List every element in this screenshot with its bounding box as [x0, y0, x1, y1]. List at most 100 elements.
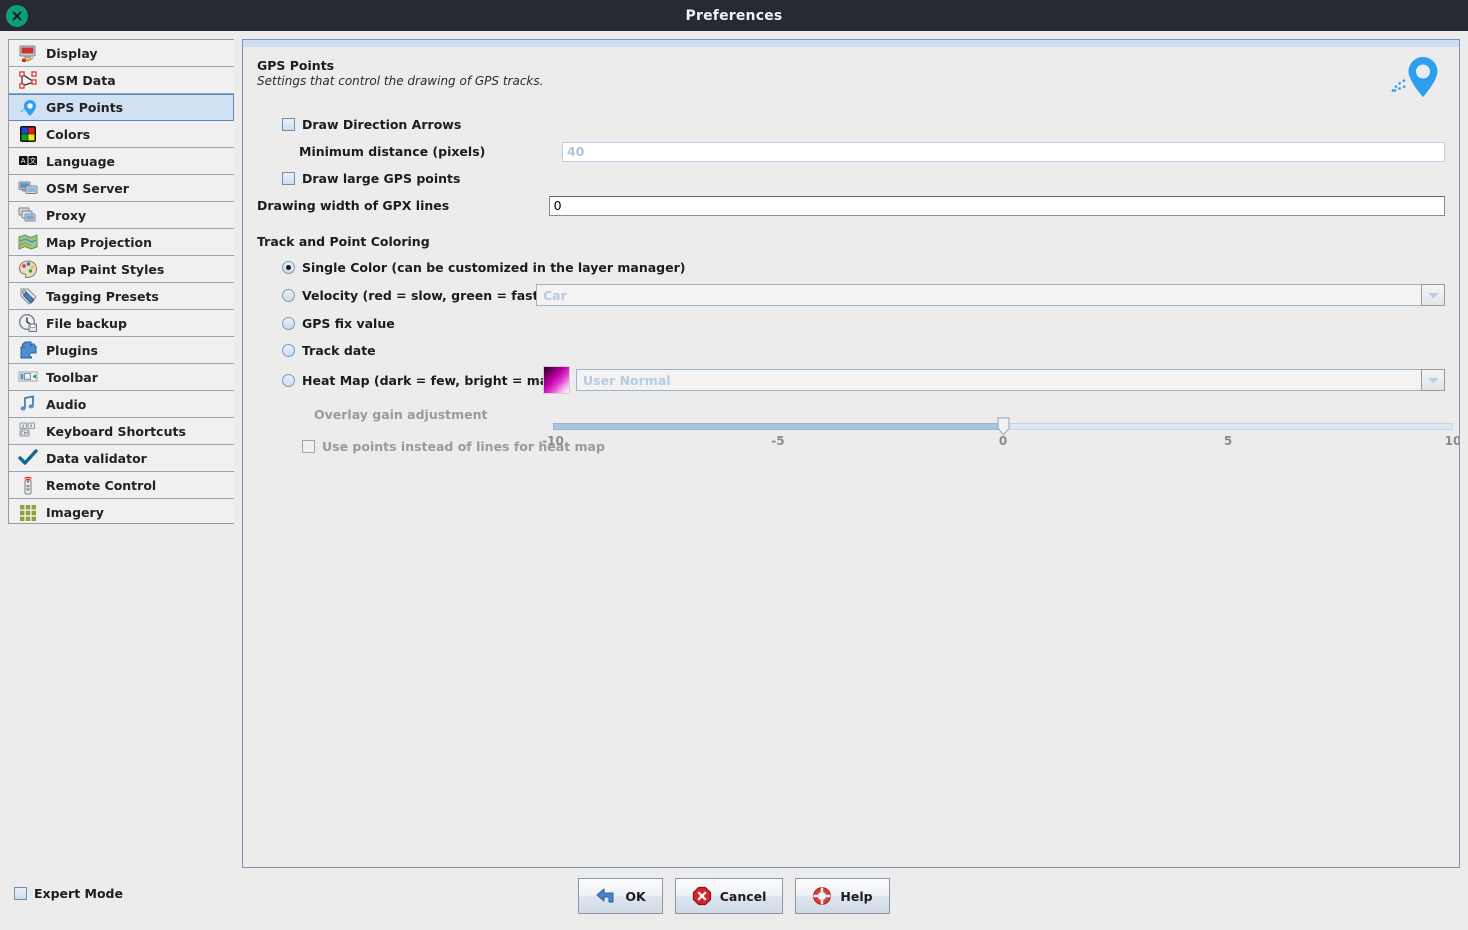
sidebar-item-language[interactable]: A 文 Language	[9, 148, 234, 175]
sidebar-item-file-backup[interactable]: File backup	[9, 310, 234, 337]
sidebar-item-imagery[interactable]: Imagery	[9, 499, 234, 523]
sidebar-item-remote-control[interactable]: Remote Control	[9, 472, 234, 499]
single-color-label: Single Color (can be customized in the l…	[302, 259, 686, 275]
help-button[interactable]: Help	[795, 878, 890, 914]
drawing-width-label: Drawing width of GPX lines	[257, 198, 450, 213]
sidebar-item-map-projection[interactable]: Map Projection	[9, 229, 234, 256]
slider-track-fill	[553, 423, 1003, 430]
overlay-gain-label: Overlay gain adjustment	[314, 406, 488, 422]
display-icon	[17, 42, 39, 64]
svg-text:文: 文	[29, 156, 36, 165]
ok-arrow-icon	[595, 886, 617, 906]
colors-icon	[17, 123, 39, 145]
sidebar-item-proxy[interactable]: Proxy	[9, 202, 234, 229]
heat-map-label: Heat Map (dark = few, bright = many)	[302, 372, 572, 388]
draw-large-gps-points-checkbox[interactable]	[282, 172, 295, 185]
chevron-down-icon[interactable]	[1421, 284, 1445, 306]
preferences-window: Preferences Display OSM Data GPS Points Col…	[0, 0, 1468, 930]
close-icon[interactable]	[6, 4, 28, 27]
help-lifebuoy-icon	[812, 886, 832, 906]
single-color-radio[interactable]	[282, 260, 295, 274]
heatmap-gradient-swatch[interactable]	[543, 366, 570, 394]
osm-server-icon	[17, 177, 39, 199]
gps-fix-value-label: GPS fix value	[302, 316, 395, 331]
map-pin-icon	[1389, 52, 1445, 104]
sidebar-item-osm-data[interactable]: OSM Data	[9, 67, 234, 94]
imagery-icon	[17, 501, 39, 523]
sidebar-item-tagging-presets[interactable]: Tagging Presets	[9, 283, 234, 310]
cancel-button-label: Cancel	[719, 888, 767, 904]
sidebar-item-display[interactable]: Display	[9, 40, 234, 67]
row-drawing-width: Drawing width of GPX lines 0	[257, 193, 1445, 218]
sidebar-item-label: Plugins	[46, 342, 98, 358]
slider-tick: 10	[1444, 434, 1460, 448]
cancel-button[interactable]: Cancel	[674, 878, 784, 914]
page-title: GPS Points	[257, 58, 335, 73]
sidebar-item-map-paint-styles[interactable]: Map Paint Styles	[9, 256, 234, 283]
track-coloring-group-label: Track and Point Coloring	[257, 234, 430, 249]
sidebar-item-data-validator[interactable]: Data validator	[9, 445, 234, 472]
preferences-main-panel: GPS Points Settings that control the dra…	[242, 39, 1460, 868]
sidebar-item-audio[interactable]: Audio	[9, 391, 234, 418]
sidebar-item-gps-points[interactable]: GPS Points	[9, 94, 234, 121]
track-date-radio[interactable]	[282, 344, 295, 357]
file-backup-icon	[17, 312, 39, 334]
window-title: Preferences	[685, 7, 783, 24]
velocity-label: Velocity (red = slow, green = fast)	[302, 287, 545, 303]
row-heat-map: Heat Map (dark = few, bright = many) Use…	[257, 365, 1445, 395]
data-validator-icon	[17, 447, 39, 469]
ok-button[interactable]: OK	[578, 878, 663, 914]
dialog-footer: Expert Mode OK Cancel Help	[0, 868, 1468, 930]
ok-button-label: OK	[625, 888, 646, 904]
page-subtitle: Settings that control the drawing of GPS…	[257, 74, 544, 88]
sidebar-item-keyboard-shortcuts[interactable]: Ctrl y x Keyboard Shortcuts	[9, 418, 234, 445]
heat-map-radio[interactable]	[282, 373, 295, 387]
slider-tick: -10	[542, 434, 564, 448]
sidebar-item-label: Keyboard Shortcuts	[46, 423, 186, 439]
draw-large-gps-points-label: Draw large GPS points	[302, 171, 461, 186]
sidebar-item-label: Remote Control	[46, 477, 157, 493]
sidebar-item-label: Language	[46, 153, 116, 169]
chevron-down-icon[interactable]	[1421, 369, 1445, 391]
sidebar-item-osm-server[interactable]: OSM Server	[9, 175, 234, 202]
map-projection-icon	[17, 231, 39, 253]
draw-direction-arrows-checkbox[interactable]	[282, 118, 295, 131]
row-overlay-gain: Overlay gain adjustment -10 -5 0 5 10	[257, 397, 1459, 449]
plugins-icon	[17, 339, 39, 361]
track-date-label: Track date	[302, 343, 376, 358]
sidebar-item-label: GPS Points	[46, 100, 124, 115]
sidebar-item-label: Data validator	[46, 450, 147, 466]
velocity-combo-value: Car	[536, 284, 1421, 306]
gps-points-icon	[17, 97, 39, 119]
svg-text:Ctrl: Ctrl	[20, 431, 28, 437]
row-single-color: Single Color (can be customized in the l…	[257, 255, 1445, 279]
osm-data-icon	[17, 69, 39, 91]
velocity-combo[interactable]: Car	[536, 284, 1445, 306]
gps-settings-form: Draw Direction Arrows Minimum distance (…	[257, 112, 1459, 459]
help-button-label: Help	[840, 888, 873, 904]
sidebar-item-plugins[interactable]: Plugins	[9, 337, 234, 364]
sidebar-item-colors[interactable]: Colors	[9, 121, 234, 148]
proxy-icon	[17, 204, 39, 226]
sidebar-item-label: OSM Server	[46, 180, 129, 196]
heatmap-combo[interactable]: User Normal	[576, 369, 1445, 391]
sidebar-item-label: Display	[46, 45, 98, 61]
minimum-distance-label: Minimum distance (pixels)	[299, 144, 486, 159]
row-track-date: Track date	[257, 338, 1445, 363]
panel-top-strip	[243, 40, 1459, 48]
sidebar-item-label: Map Paint Styles	[46, 261, 165, 277]
use-points-heatmap-checkbox[interactable]	[302, 439, 315, 453]
cancel-stop-icon	[692, 886, 712, 906]
sidebar-item-toolbar[interactable]: Toolbar	[9, 364, 234, 391]
title-bar: Preferences	[0, 0, 1468, 31]
drawing-width-input[interactable]: 0	[548, 195, 1445, 216]
sidebar-item-label: File backup	[46, 315, 127, 331]
overlay-gain-slider[interactable]: -10 -5 0 5 10	[542, 415, 1459, 455]
gps-fix-value-radio[interactable]	[282, 317, 295, 330]
sidebar-item-label: Audio	[46, 396, 87, 412]
velocity-radio[interactable]	[282, 288, 295, 302]
draw-direction-arrows-label: Draw Direction Arrows	[302, 117, 462, 132]
heatmap-combo-value: User Normal	[576, 369, 1421, 391]
minimum-distance-input[interactable]: 40	[561, 141, 1445, 162]
preferences-sidebar[interactable]: Display OSM Data GPS Points Colors A 文 Languag…	[8, 39, 234, 524]
